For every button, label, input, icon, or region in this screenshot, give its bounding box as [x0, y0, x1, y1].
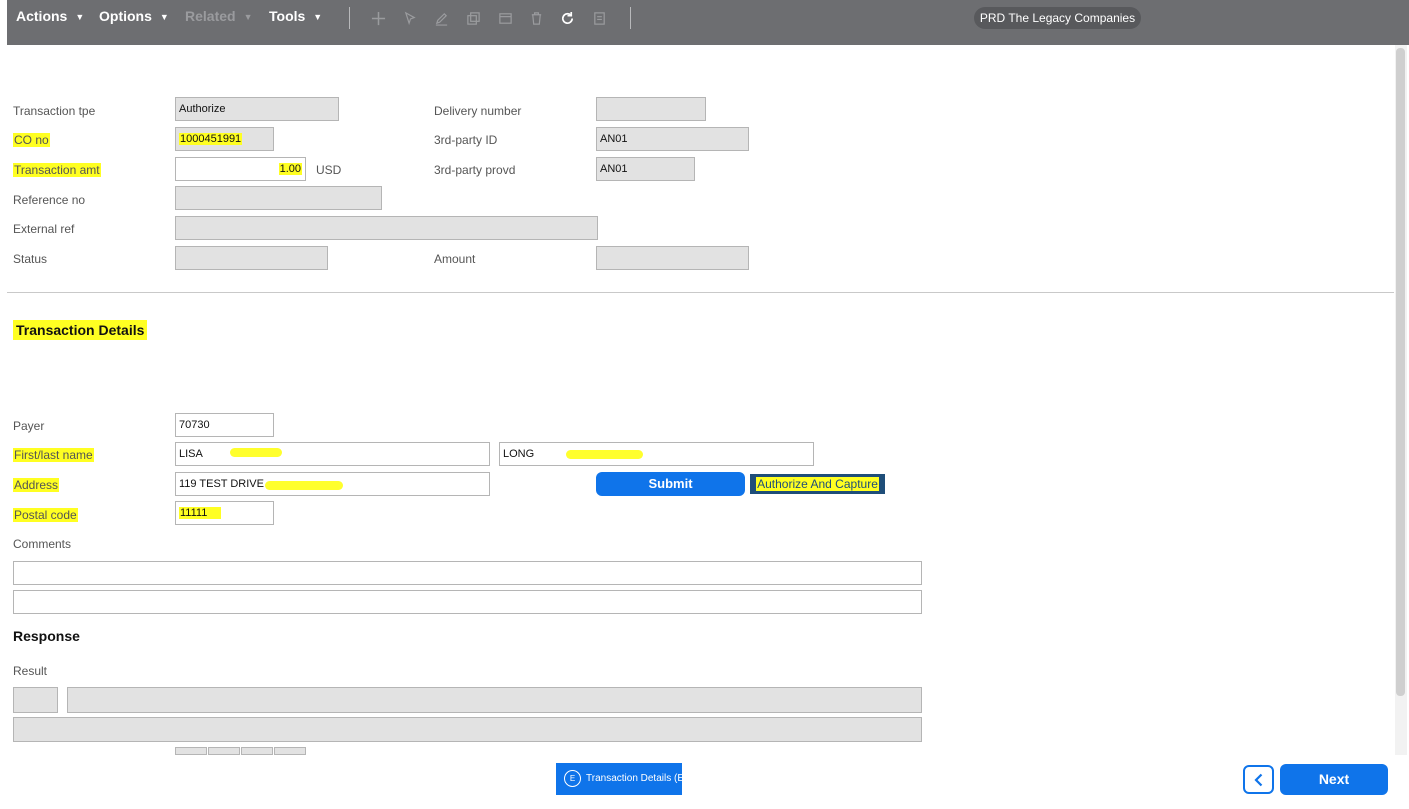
third-party-id-label: 3rd-party ID — [434, 133, 498, 147]
chevron-down-icon: ▼ — [159, 12, 169, 23]
toolbar-separator — [349, 7, 350, 29]
highlight-mark — [265, 481, 343, 490]
transaction-amt-label-wrap: Transaction amt — [13, 163, 101, 177]
postal-code-label-wrap: Postal code — [13, 508, 78, 522]
address-label: Address — [13, 478, 60, 492]
edit-icon[interactable] — [431, 8, 451, 28]
related-menu[interactable]: Related ▼ — [185, 8, 253, 24]
transaction-amt-label: Transaction amt — [13, 163, 101, 177]
name-label: First/last name — [13, 448, 94, 462]
response-small-field[interactable] — [175, 747, 207, 755]
amount-field[interactable] — [596, 246, 749, 270]
previous-button[interactable] — [1243, 765, 1274, 794]
tools-menu-label: Tools — [269, 8, 306, 24]
authorize-and-capture-label: Authorize And Capture — [756, 477, 879, 491]
delivery-number-label: Delivery number — [434, 104, 522, 118]
postal-code-field[interactable]: 11111 — [175, 501, 274, 525]
highlight-mark — [230, 448, 282, 457]
highlight-mark — [566, 450, 643, 459]
footer-bar — [0, 755, 1409, 809]
transaction-type-label: Transaction tpe — [13, 104, 96, 118]
select-icon[interactable] — [400, 8, 420, 28]
tab-key-badge: E — [564, 770, 581, 787]
chevron-down-icon: ▼ — [313, 12, 323, 23]
comments-line-1[interactable] — [13, 561, 922, 585]
delivery-number-field[interactable] — [596, 97, 706, 121]
co-no-label: CO no — [13, 133, 50, 147]
address-label-wrap: Address — [13, 478, 60, 492]
third-party-provd-field[interactable]: AN01 — [596, 157, 695, 181]
transaction-amt-value: 1.00 — [278, 163, 302, 175]
response-small-field[interactable] — [208, 747, 240, 755]
response-title: Response — [13, 628, 80, 644]
section-divider — [7, 292, 1394, 293]
result-label: Result — [13, 664, 48, 678]
copy-icon[interactable] — [463, 8, 483, 28]
result-text-field[interactable] — [67, 687, 922, 713]
co-no-value: 1000451991 — [179, 133, 243, 145]
first-name-field[interactable]: LISA — [175, 442, 490, 466]
delete-icon[interactable] — [526, 8, 546, 28]
co-no-label-wrap: CO no — [13, 133, 50, 147]
postal-code-label: Postal code — [13, 508, 78, 522]
external-ref-field[interactable] — [175, 216, 598, 240]
company-badge[interactable]: PRD The Legacy Companies — [974, 7, 1141, 29]
add-icon[interactable] — [368, 8, 388, 28]
next-button[interactable]: Next — [1280, 764, 1388, 795]
refresh-icon[interactable] — [557, 8, 577, 28]
name-label-wrap: First/last name — [13, 448, 94, 462]
third-party-provd-label: 3rd-party provd — [434, 163, 516, 177]
transaction-type-field[interactable]: Authorize — [175, 97, 339, 121]
top-toolbar: Actions ▼ Options ▼ Related ▼ Tools ▼ PRD Th… — [7, 0, 1409, 45]
reference-no-field[interactable] — [175, 186, 382, 210]
window-icon[interactable] — [495, 8, 515, 28]
toolbar-separator — [630, 7, 631, 29]
status-label: Status — [13, 252, 48, 266]
details-title: Transaction Details — [13, 320, 148, 340]
comments-line-2[interactable] — [13, 590, 922, 614]
postal-code-value: 11111 — [179, 507, 222, 519]
payer-label: Payer — [13, 419, 45, 433]
external-ref-label: External ref — [13, 222, 75, 236]
submit-button[interactable]: Submit — [596, 472, 745, 496]
currency-label: USD — [316, 163, 342, 177]
response-small-field[interactable] — [274, 747, 306, 755]
result-code-field[interactable] — [13, 687, 58, 713]
transaction-details-tab[interactable]: E Transaction Details (E) — [556, 763, 687, 795]
tab-label: Transaction Details (E) — [586, 773, 688, 784]
amount-label: Amount — [434, 252, 476, 266]
chevron-left-icon — [1253, 773, 1262, 786]
actions-menu-label: Actions — [16, 8, 68, 24]
third-party-id-field[interactable]: AN01 — [596, 127, 749, 151]
comments-label: Comments — [13, 537, 72, 551]
details-title-wrap: Transaction Details — [13, 320, 148, 340]
authorize-and-capture-button[interactable]: Authorize And Capture — [750, 474, 885, 494]
last-name-field[interactable]: LONG — [499, 442, 814, 466]
payer-field[interactable]: 70730 — [175, 413, 274, 437]
reference-no-label: Reference no — [13, 193, 86, 207]
scrollbar-thumb[interactable] — [1396, 48, 1405, 696]
result-detail-field[interactable] — [13, 717, 922, 742]
actions-menu[interactable]: Actions ▼ — [16, 8, 84, 24]
options-menu-label: Options — [99, 8, 152, 24]
transaction-amt-field[interactable]: 1.00 — [175, 157, 306, 181]
chevron-down-icon: ▼ — [75, 12, 85, 23]
status-field[interactable] — [175, 246, 328, 270]
options-menu[interactable]: Options ▼ — [99, 8, 169, 24]
related-menu-label: Related — [185, 8, 236, 24]
chevron-down-icon: ▼ — [243, 12, 253, 23]
notes-icon[interactable] — [589, 8, 609, 28]
co-no-field[interactable]: 1000451991 — [175, 127, 274, 151]
response-small-field[interactable] — [241, 747, 273, 755]
tools-menu[interactable]: Tools ▼ — [269, 8, 322, 24]
